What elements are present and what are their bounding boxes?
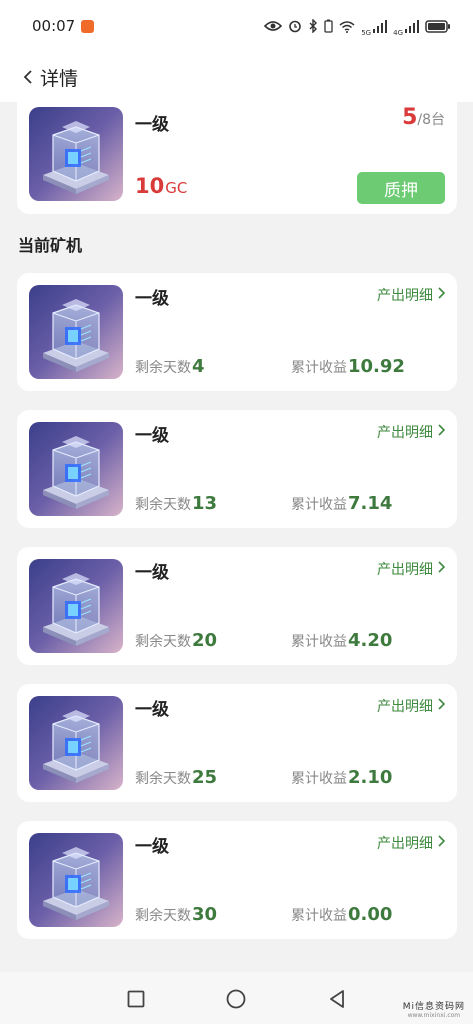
status-icons: 5G 4G xyxy=(264,15,451,37)
cumulative-earnings-label: 累计收益 xyxy=(291,497,347,513)
product-card: 一级 5 /8台 10 GC 质押 xyxy=(17,102,457,214)
network-type-label-2: 4G xyxy=(393,29,403,37)
back-icon[interactable] xyxy=(18,67,38,87)
cumulative-earnings: 累计收益 4.20 xyxy=(291,630,392,651)
miner-card: 一级 产出明细 剩余天数 13 累计收益 7.14 xyxy=(17,410,457,528)
miner-image xyxy=(29,422,123,516)
chevron-right-icon xyxy=(437,424,446,440)
output-detail-link[interactable]: 产出明细 xyxy=(377,559,446,579)
remaining-days: 剩余天数 30 xyxy=(135,904,217,925)
status-bar: 00:07 5G 4G xyxy=(0,0,473,52)
stock-count: 5 xyxy=(402,105,418,130)
price-unit: GC xyxy=(165,179,188,197)
stock-indicator: 5 /8台 xyxy=(402,105,445,130)
system-nav-bar: Mi信息资码网 www.mixinxi.com xyxy=(0,972,473,1024)
output-detail-link[interactable]: 产出明细 xyxy=(377,285,446,305)
battery-icon xyxy=(425,19,450,33)
network-type-label: 5G xyxy=(361,29,372,37)
cumulative-earnings-label: 累计收益 xyxy=(291,908,347,924)
cumulative-earnings: 累计收益 7.14 xyxy=(291,493,392,514)
remaining-days-label: 剩余天数 xyxy=(135,497,191,513)
output-detail-label: 产出明细 xyxy=(377,288,433,304)
miner-image xyxy=(29,285,123,379)
cumulative-earnings: 累计收益 2.10 xyxy=(291,767,392,788)
miner-level: 一级 xyxy=(135,563,169,583)
stake-button[interactable]: 质押 xyxy=(357,172,445,204)
stock-total: /8台 xyxy=(417,112,445,128)
miner-level: 一级 xyxy=(135,837,169,857)
remaining-days-label: 剩余天数 xyxy=(135,771,191,787)
cumulative-earnings-label: 累计收益 xyxy=(291,360,347,376)
alarm-icon xyxy=(289,20,302,33)
miner-card: 一级 产出明细 剩余天数 30 累计收益 0.00 xyxy=(17,821,457,939)
product-level: 一级 xyxy=(135,115,169,135)
price-value: 10 xyxy=(135,174,165,198)
cumulative-earnings: 累计收益 10.92 xyxy=(291,356,405,377)
miner-card: 一级 产出明细 剩余天数 20 累计收益 4.20 xyxy=(17,547,457,665)
output-detail-link[interactable]: 产出明细 xyxy=(377,696,446,716)
remaining-days-value: 30 xyxy=(192,904,218,925)
chevron-right-icon xyxy=(437,287,446,303)
watermark-main: Mi信息资码网 xyxy=(402,1002,465,1012)
output-detail-label: 产出明细 xyxy=(377,699,433,715)
remaining-days: 剩余天数 25 xyxy=(135,767,217,788)
eye-icon xyxy=(264,21,283,31)
output-detail-label: 产出明细 xyxy=(377,836,433,852)
cumulative-earnings-label: 累计收益 xyxy=(291,634,347,650)
wifi-icon xyxy=(339,20,355,33)
miner-level: 一级 xyxy=(135,289,169,309)
cumulative-earnings-value: 0.00 xyxy=(348,904,393,925)
chevron-right-icon xyxy=(437,698,446,714)
home-button[interactable] xyxy=(225,988,247,1010)
cumulative-earnings-value: 7.14 xyxy=(348,493,393,514)
chevron-right-icon xyxy=(437,561,446,577)
recent-apps-button[interactable] xyxy=(125,988,147,1010)
cumulative-earnings: 累计收益 0.00 xyxy=(291,904,392,925)
output-detail-label: 产出明细 xyxy=(377,562,433,578)
remaining-days-value: 20 xyxy=(192,630,218,651)
miner-card: 一级 产出明细 剩余天数 4 累计收益 10.92 xyxy=(17,273,457,391)
battery-saver-icon xyxy=(324,19,333,33)
page-title: 详情 xyxy=(40,67,79,90)
remaining-days: 剩余天数 20 xyxy=(135,630,217,651)
status-time: 00:07 xyxy=(32,17,76,35)
remaining-days-value: 13 xyxy=(192,493,218,514)
remaining-days-label: 剩余天数 xyxy=(135,360,191,376)
back-button[interactable] xyxy=(326,988,348,1010)
signal-icon xyxy=(373,19,388,33)
miner-card: 一级 产出明细 剩余天数 25 累计收益 2.10 xyxy=(17,684,457,802)
miner-level: 一级 xyxy=(135,426,169,446)
remaining-days: 剩余天数 4 xyxy=(135,356,205,377)
cumulative-earnings-value: 2.10 xyxy=(348,767,393,788)
output-detail-link[interactable]: 产出明细 xyxy=(377,833,446,853)
content-area[interactable]: 一级 5 /8台 10 GC 质押 当前矿机 一级 产出明细 剩余天数 4 累计… xyxy=(0,102,473,972)
miner-image xyxy=(29,559,123,653)
watermark-sub: www.mixinxi.com xyxy=(407,1012,461,1019)
remaining-days-value: 25 xyxy=(192,767,218,788)
cumulative-earnings-label: 累计收益 xyxy=(291,771,347,787)
miner-image xyxy=(29,833,123,927)
remaining-days-label: 剩余天数 xyxy=(135,908,191,924)
miner-level: 一级 xyxy=(135,700,169,720)
cumulative-earnings-value: 4.20 xyxy=(348,630,393,651)
nav-bar: 详情 xyxy=(0,52,473,102)
section-title: 当前矿机 xyxy=(18,236,83,255)
bluetooth-icon xyxy=(309,19,318,33)
watermark: Mi信息资码网 www.mixinxi.com xyxy=(403,999,465,1019)
app-notification-icon xyxy=(81,19,95,33)
remaining-days-value: 4 xyxy=(192,356,205,377)
miner-image xyxy=(29,696,123,790)
remaining-days: 剩余天数 13 xyxy=(135,493,217,514)
miner-image xyxy=(29,107,123,201)
remaining-days-label: 剩余天数 xyxy=(135,634,191,650)
chevron-right-icon xyxy=(437,835,446,851)
output-detail-label: 产出明细 xyxy=(377,425,433,441)
product-price: 10 GC xyxy=(135,174,187,198)
signal-icon-2 xyxy=(405,19,419,33)
output-detail-link[interactable]: 产出明细 xyxy=(377,422,446,442)
cumulative-earnings-value: 10.92 xyxy=(348,356,405,377)
